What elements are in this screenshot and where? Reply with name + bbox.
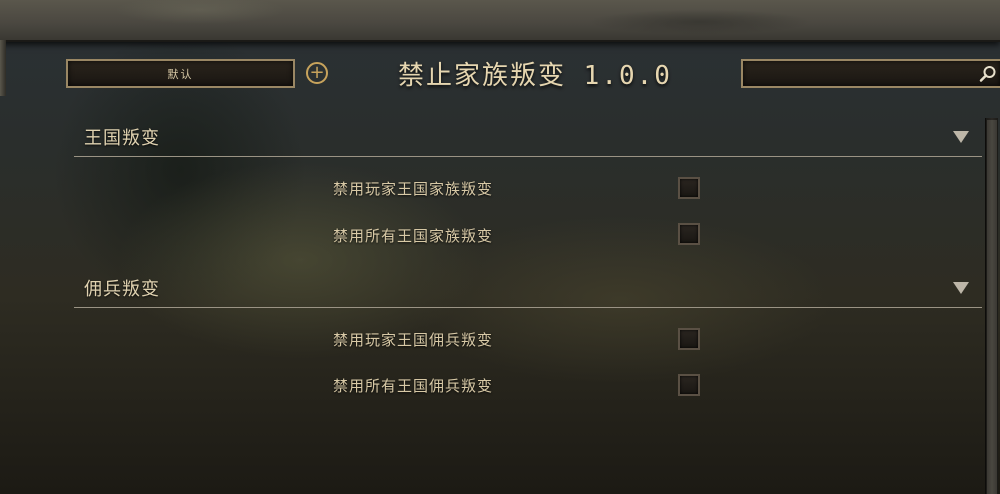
scrollbar-thumb[interactable]: [987, 120, 997, 494]
plus-circle-icon: +: [309, 62, 325, 83]
option-checkbox[interactable]: [678, 177, 700, 199]
search-icon[interactable]: [979, 65, 997, 83]
page-title: 禁止家族叛变 1.0.0: [398, 60, 672, 91]
search-input[interactable]: [749, 64, 973, 86]
option-label: 禁用玩家王国家族叛变: [333, 180, 494, 198]
triangle-down-icon[interactable]: [953, 282, 969, 294]
option-checkbox[interactable]: [678, 328, 700, 350]
scrollbar[interactable]: [985, 118, 998, 494]
triangle-down-icon[interactable]: [953, 131, 969, 143]
option-label: 禁用玩家王国佣兵叛变: [333, 331, 494, 349]
option-label: 禁用所有王国家族叛变: [333, 227, 494, 245]
left-frame-edge: [0, 40, 6, 96]
default-button[interactable]: 默认: [66, 59, 295, 88]
option-label: 禁用所有王国佣兵叛变: [333, 377, 494, 395]
group-title-kingdom-rebellion[interactable]: 王国叛变: [84, 124, 160, 149]
search-box[interactable]: [741, 59, 1000, 88]
option-checkbox[interactable]: [678, 223, 700, 245]
group-title-mercenary-rebellion[interactable]: 佣兵叛变: [84, 275, 160, 300]
group-divider: [74, 307, 982, 308]
top-stone-frame: [0, 0, 1000, 42]
option-checkbox[interactable]: [678, 374, 700, 396]
group-divider: [74, 156, 982, 157]
add-preset-button[interactable]: +: [306, 62, 328, 84]
